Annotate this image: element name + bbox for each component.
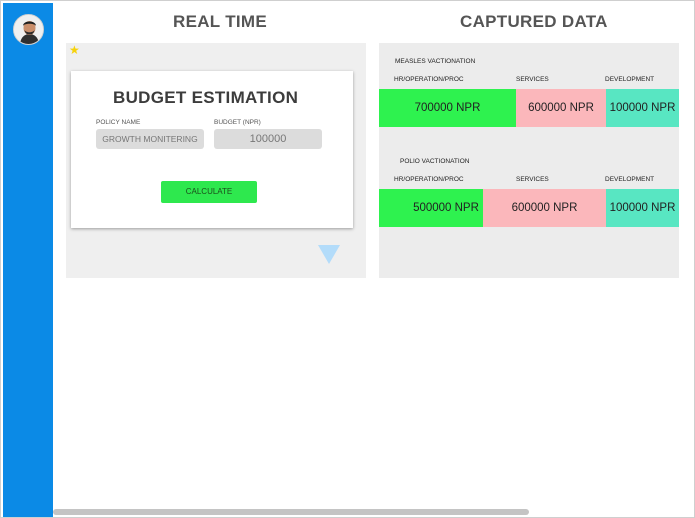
captured-data-heading: CAPTURED DATA bbox=[460, 12, 608, 31]
real-time-panel: ★ BUDGET ESTIMATION POLICY NAME BUDGET (… bbox=[66, 43, 366, 278]
budget-estimation-card: BUDGET ESTIMATION POLICY NAME BUDGET (NP… bbox=[71, 71, 353, 228]
development-value-cell: 100000 NPR bbox=[606, 89, 679, 127]
budget-field[interactable]: 100000 bbox=[214, 129, 322, 149]
hr-value-cell: 500000 NPR bbox=[379, 189, 483, 227]
section-title: MEASLES VACTIONATION bbox=[395, 58, 476, 65]
policy-name-field[interactable]: GROWTH MONITERING bbox=[96, 129, 204, 149]
development-value-cell: 100000 NPR bbox=[606, 189, 679, 227]
triangle-down-icon[interactable] bbox=[318, 245, 340, 264]
budget-label: BUDGET (NPR) bbox=[214, 119, 261, 126]
app-window: REAL TIME CAPTURED DATA ★ BUDGET ESTIMAT… bbox=[0, 0, 695, 518]
services-value-cell: 600000 NPR bbox=[483, 189, 606, 227]
column-label-development: DEVELOPMENT bbox=[605, 176, 655, 183]
avatar-image bbox=[14, 15, 43, 44]
budget-estimation-title: BUDGET ESTIMATION bbox=[113, 88, 299, 107]
real-time-heading: REAL TIME bbox=[173, 12, 268, 31]
column-label-hr: HR/OPERATION/PROC bbox=[394, 76, 464, 83]
column-label-development: DEVELOPMENT bbox=[605, 76, 655, 83]
column-label-services: SERVICES bbox=[516, 76, 549, 83]
services-value-cell: 600000 NPR bbox=[516, 89, 606, 127]
sidebar bbox=[3, 3, 53, 517]
star-icon[interactable]: ★ bbox=[69, 43, 80, 57]
policy-name-label: POLICY NAME bbox=[96, 119, 141, 126]
calculate-button[interactable]: CALCULATE bbox=[161, 181, 257, 203]
column-label-services: SERVICES bbox=[516, 176, 549, 183]
hr-value-cell: 700000 NPR bbox=[379, 89, 516, 127]
captured-data-panel: MEASLES VACTIONATION HR/OPERATION/PROC S… bbox=[379, 43, 679, 278]
avatar[interactable] bbox=[13, 14, 44, 45]
column-label-hr: HR/OPERATION/PROC bbox=[394, 176, 464, 183]
section-title: POLIO VACTIONATION bbox=[400, 158, 470, 165]
horizontal-scrollbar[interactable] bbox=[53, 509, 529, 515]
